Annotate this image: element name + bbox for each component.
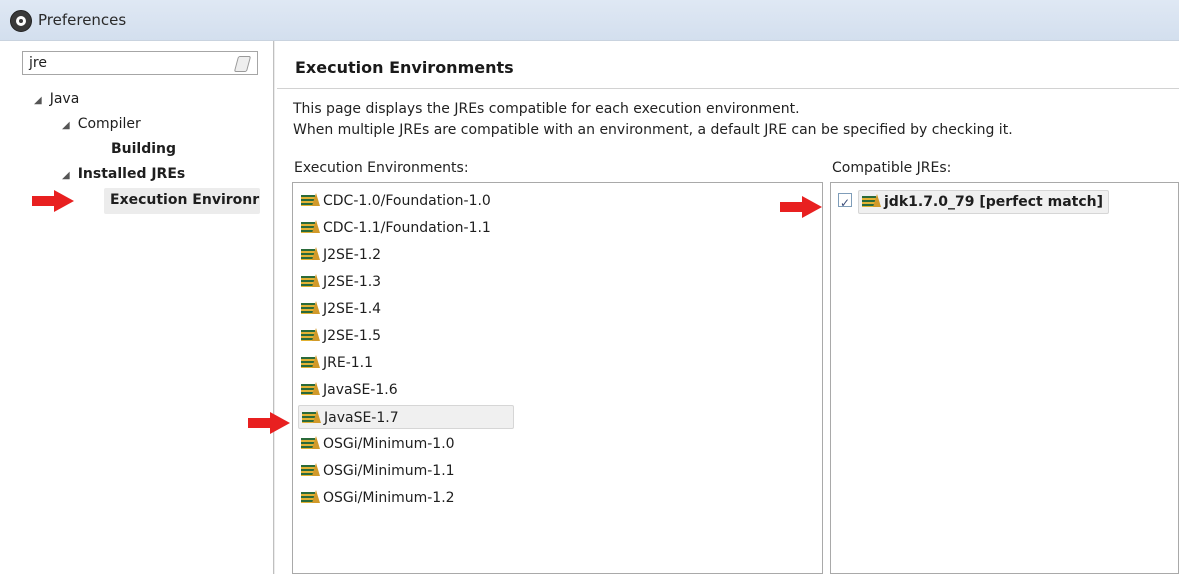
- expand-triangle-icon[interactable]: ◢: [34, 95, 42, 106]
- tree-item-label: Execution Environr: [110, 192, 260, 208]
- environment-list-item[interactable]: JavaSE-1.6: [301, 378, 398, 402]
- environment-label: OSGi/Minimum-1.1: [323, 463, 455, 479]
- annotation-arrow-environment: [248, 412, 290, 434]
- tree-item-java[interactable]: ◢ Java: [34, 91, 79, 107]
- environment-label: JavaSE-1.7: [324, 410, 399, 426]
- title-bar: Preferences: [0, 0, 1179, 41]
- environment-list-item[interactable]: J2SE-1.3: [301, 270, 381, 294]
- environment-list-item[interactable]: CDC-1.0/Foundation-1.0: [301, 189, 491, 213]
- environment-icon: [301, 247, 321, 261]
- compatible-jres-label: Compatible JREs:: [832, 160, 952, 176]
- pane-divider-highlight: [274, 41, 275, 574]
- tree-item-compiler[interactable]: ◢ Compiler: [62, 116, 141, 132]
- environments-label: Execution Environments:: [294, 160, 469, 176]
- environment-list-item[interactable]: OSGi/Minimum-1.2: [301, 486, 455, 510]
- jre-item-label: jdk1.7.0_79 [perfect match]: [884, 194, 1104, 210]
- environment-icon: [301, 463, 321, 477]
- default-jre-checkbox[interactable]: [838, 191, 852, 215]
- tree-item-label: Installed JREs: [77, 166, 186, 182]
- environment-icon: [301, 382, 321, 396]
- environment-label: J2SE-1.4: [323, 301, 382, 317]
- environment-list-item[interactable]: J2SE-1.2: [301, 243, 381, 267]
- environment-icon: [301, 220, 321, 234]
- execution-environments-list[interactable]: CDC-1.0/Foundation-1.0 CDC-1.1/Foundation…: [292, 182, 823, 574]
- jre-list-item[interactable]: jdk1.7.0_79 [perfect match]: [838, 190, 1110, 215]
- environment-label: JavaSE-1.6: [323, 382, 398, 398]
- environment-label: OSGi/Minimum-1.0: [323, 436, 455, 452]
- preferences-app-icon: [10, 10, 32, 32]
- expand-triangle-icon[interactable]: ◢: [62, 120, 70, 131]
- environment-label: J2SE-1.3: [323, 274, 382, 290]
- environment-list-item[interactable]: J2SE-1.4: [301, 297, 381, 321]
- environment-label: J2SE-1.5: [323, 328, 382, 344]
- environment-list-item[interactable]: OSGi/Minimum-1.0: [301, 432, 455, 456]
- environment-icon: [301, 490, 321, 504]
- description-line-1: This page displays the JREs compatible f…: [293, 101, 800, 117]
- tree-item-label: Compiler: [77, 116, 141, 132]
- filter-input-value: jre: [29, 55, 47, 71]
- window-title: Preferences: [38, 11, 127, 29]
- environment-list-item[interactable]: J2SE-1.5: [301, 324, 381, 348]
- environment-label: OSGi/Minimum-1.2: [323, 490, 455, 506]
- annotation-arrow-tree: [32, 190, 74, 212]
- environment-list-item[interactable]: OSGi/Minimum-1.1: [301, 459, 455, 483]
- filter-input[interactable]: jre: [22, 51, 258, 75]
- environment-icon: [302, 410, 322, 424]
- compatible-jres-list[interactable]: [830, 182, 1179, 574]
- environment-icon: [301, 274, 321, 288]
- environment-icon: [301, 355, 321, 369]
- tree-item-execution-environments[interactable]: Execution Environr: [110, 192, 259, 208]
- expand-triangle-icon[interactable]: ◢: [62, 170, 70, 181]
- environment-icon: [301, 436, 321, 450]
- tree-item-label: Java: [49, 91, 80, 107]
- page-title: Execution Environments: [295, 58, 514, 77]
- title-divider: [277, 88, 1179, 89]
- environment-icon: [301, 193, 321, 207]
- annotation-arrow-jre: [780, 196, 822, 218]
- jre-icon: [862, 194, 882, 208]
- environment-list-item[interactable]: JRE-1.1: [301, 351, 373, 375]
- environment-list-item[interactable]: JavaSE-1.7: [298, 405, 514, 429]
- environment-label: CDC-1.0/Foundation-1.0: [323, 193, 491, 209]
- tree-item-label: Building: [111, 141, 177, 157]
- environment-icon: [301, 301, 321, 315]
- environment-label: CDC-1.1/Foundation-1.1: [323, 220, 491, 236]
- clear-filter-icon[interactable]: [233, 56, 252, 72]
- tree-item-building[interactable]: Building: [111, 141, 176, 157]
- description-line-2: When multiple JREs are compatible with a…: [293, 122, 1013, 138]
- environment-icon: [301, 328, 321, 342]
- environment-list-item[interactable]: CDC-1.1/Foundation-1.1: [301, 216, 491, 240]
- environment-label: J2SE-1.2: [323, 247, 382, 263]
- tree-item-installed-jres[interactable]: ◢ Installed JREs: [62, 166, 185, 182]
- environment-label: JRE-1.1: [323, 355, 374, 371]
